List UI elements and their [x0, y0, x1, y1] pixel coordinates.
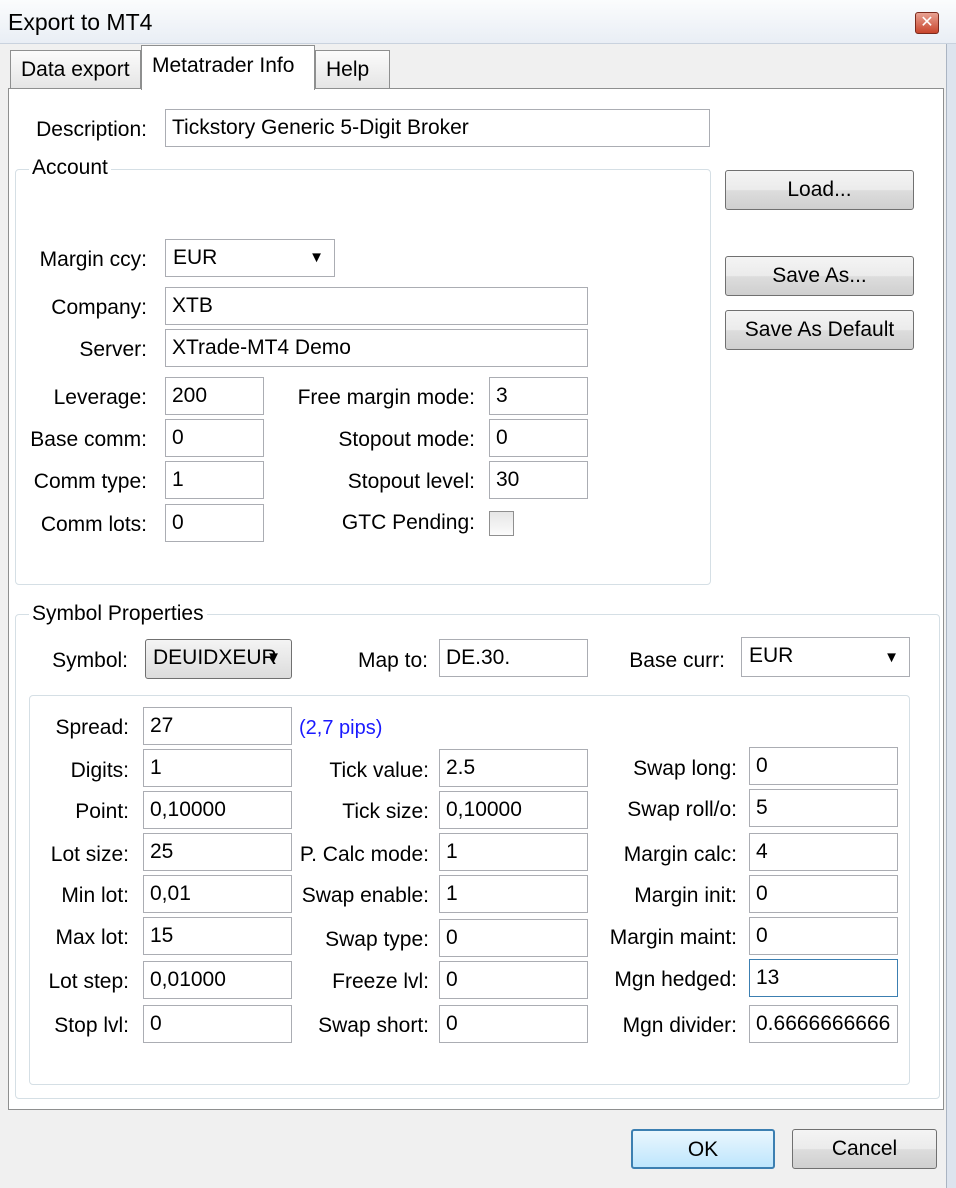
stop-lvl-label: Stop lvl:: [54, 1014, 129, 1037]
margin-ccy-select[interactable]: EUR ▼: [165, 239, 335, 277]
point-label: Point:: [75, 800, 129, 823]
margin-ccy-value: EUR: [173, 246, 218, 269]
free-margin-mode-input[interactable]: 3: [489, 377, 588, 415]
max-lot-input[interactable]: 15: [143, 917, 292, 955]
stopout-level-input[interactable]: 30: [489, 461, 588, 499]
symbol-select[interactable]: DEUIDXEUR ▼: [145, 639, 292, 679]
mgn-divider-input[interactable]: 0.6666666666: [749, 1005, 898, 1043]
max-lot-label: Max lot:: [55, 926, 129, 949]
margin-calc-label: Margin calc:: [623, 843, 737, 866]
margin-calc-input[interactable]: 4: [749, 833, 898, 871]
p-calc-mode-input[interactable]: 1: [439, 833, 588, 871]
chevron-down-icon: ▼: [884, 649, 899, 666]
swap-type-input[interactable]: 0: [439, 919, 588, 957]
swap-enable-label: Swap enable:: [301, 884, 429, 907]
margin-maint-label: Margin maint:: [609, 926, 737, 949]
window-frame-right: [946, 44, 956, 1188]
cancel-button[interactable]: Cancel: [792, 1129, 937, 1169]
metatrader-info-panel: Description: Tickstory Generic 5-Digit B…: [8, 88, 944, 1110]
min-lot-label: Min lot:: [61, 884, 129, 907]
gtc-pending-label: GTC Pending:: [341, 511, 475, 534]
account-group-title: Account: [29, 156, 111, 180]
comm-lots-input[interactable]: 0: [165, 504, 264, 542]
spread-pips-note: (2,7 pips): [299, 717, 383, 739]
company-label: Company:: [51, 296, 147, 319]
stopout-mode-input[interactable]: 0: [489, 419, 588, 457]
map-to-input[interactable]: DE.30.: [439, 639, 588, 677]
lot-step-label: Lot step:: [48, 970, 129, 993]
margin-ccy-label: Margin ccy:: [39, 248, 147, 271]
swap-roll-input[interactable]: 5: [749, 789, 898, 827]
description-input[interactable]: Tickstory Generic 5-Digit Broker: [165, 109, 710, 147]
margin-init-label: Margin init:: [634, 884, 737, 907]
swap-long-input[interactable]: 0: [749, 747, 898, 785]
lot-step-input[interactable]: 0,01000: [143, 961, 292, 999]
mgn-hedged-label: Mgn hedged:: [614, 968, 737, 991]
load-button[interactable]: Load...: [725, 170, 914, 210]
symbol-label: Symbol:: [52, 649, 128, 672]
base-curr-label: Base curr:: [629, 649, 725, 672]
leverage-input[interactable]: 200: [165, 377, 264, 415]
save-as-button[interactable]: Save As...: [725, 256, 914, 296]
free-margin-mode-label: Free margin mode:: [297, 386, 475, 409]
description-label: Description:: [36, 118, 147, 141]
gtc-pending-checkbox[interactable]: [489, 511, 514, 536]
map-to-label: Map to:: [357, 649, 428, 672]
mgn-hedged-input[interactable]: 13: [749, 959, 898, 997]
digits-label: Digits:: [70, 759, 129, 782]
tab-data-export[interactable]: Data export: [10, 50, 141, 90]
tab-help[interactable]: Help: [315, 50, 390, 90]
server-input[interactable]: XTrade-MT4 Demo: [165, 329, 588, 367]
chevron-down-icon: ▼: [309, 249, 324, 266]
save-as-default-button[interactable]: Save As Default: [725, 310, 914, 350]
ok-button[interactable]: OK: [631, 1129, 775, 1169]
tick-size-input[interactable]: 0,10000: [439, 791, 588, 829]
swap-type-label: Swap type:: [325, 928, 429, 951]
chevron-down-icon: ▼: [266, 649, 281, 666]
lot-size-input[interactable]: 25: [143, 833, 292, 871]
stopout-mode-label: Stopout mode:: [338, 428, 475, 451]
point-input[interactable]: 0,10000: [143, 791, 292, 829]
comm-type-input[interactable]: 1: [165, 461, 264, 499]
spread-input[interactable]: 27: [143, 707, 292, 745]
stopout-level-label: Stopout level:: [347, 470, 475, 493]
digits-input[interactable]: 1: [143, 749, 292, 787]
tick-size-label: Tick size:: [342, 800, 429, 823]
freeze-lvl-label: Freeze lvl:: [332, 970, 429, 993]
base-comm-label: Base comm:: [30, 428, 147, 451]
company-input[interactable]: XTB: [165, 287, 588, 325]
mgn-divider-label: Mgn divider:: [622, 1014, 737, 1037]
min-lot-input[interactable]: 0,01: [143, 875, 292, 913]
window-title: Export to MT4: [8, 9, 153, 35]
close-icon[interactable]: ✕: [915, 12, 939, 34]
spread-label: Spread:: [55, 716, 129, 739]
tick-value-label: Tick value:: [329, 759, 429, 782]
swap-short-input[interactable]: 0: [439, 1005, 588, 1043]
swap-roll-label: Swap roll/o:: [627, 798, 737, 821]
comm-type-label: Comm type:: [33, 470, 147, 493]
swap-enable-input[interactable]: 1: [439, 875, 588, 913]
swap-long-label: Swap long:: [633, 757, 737, 780]
stop-lvl-input[interactable]: 0: [143, 1005, 292, 1043]
tab-metatrader-info[interactable]: Metatrader Info: [141, 45, 315, 90]
base-comm-input[interactable]: 0: [165, 419, 264, 457]
tick-value-input[interactable]: 2.5: [439, 749, 588, 787]
symbol-properties-title: Symbol Properties: [29, 602, 207, 626]
base-curr-select[interactable]: EUR ▼: [741, 637, 910, 677]
margin-init-input[interactable]: 0: [749, 875, 898, 913]
freeze-lvl-input[interactable]: 0: [439, 961, 588, 999]
base-curr-value: EUR: [749, 644, 794, 667]
p-calc-mode-label: P. Calc mode:: [299, 843, 429, 866]
lot-size-label: Lot size:: [50, 843, 129, 866]
swap-short-label: Swap short:: [318, 1014, 429, 1037]
server-label: Server:: [79, 338, 147, 361]
leverage-label: Leverage:: [53, 386, 147, 409]
margin-maint-input[interactable]: 0: [749, 917, 898, 955]
comm-lots-label: Comm lots:: [40, 513, 147, 536]
symbol-value: DEUIDXEUR: [153, 646, 277, 669]
